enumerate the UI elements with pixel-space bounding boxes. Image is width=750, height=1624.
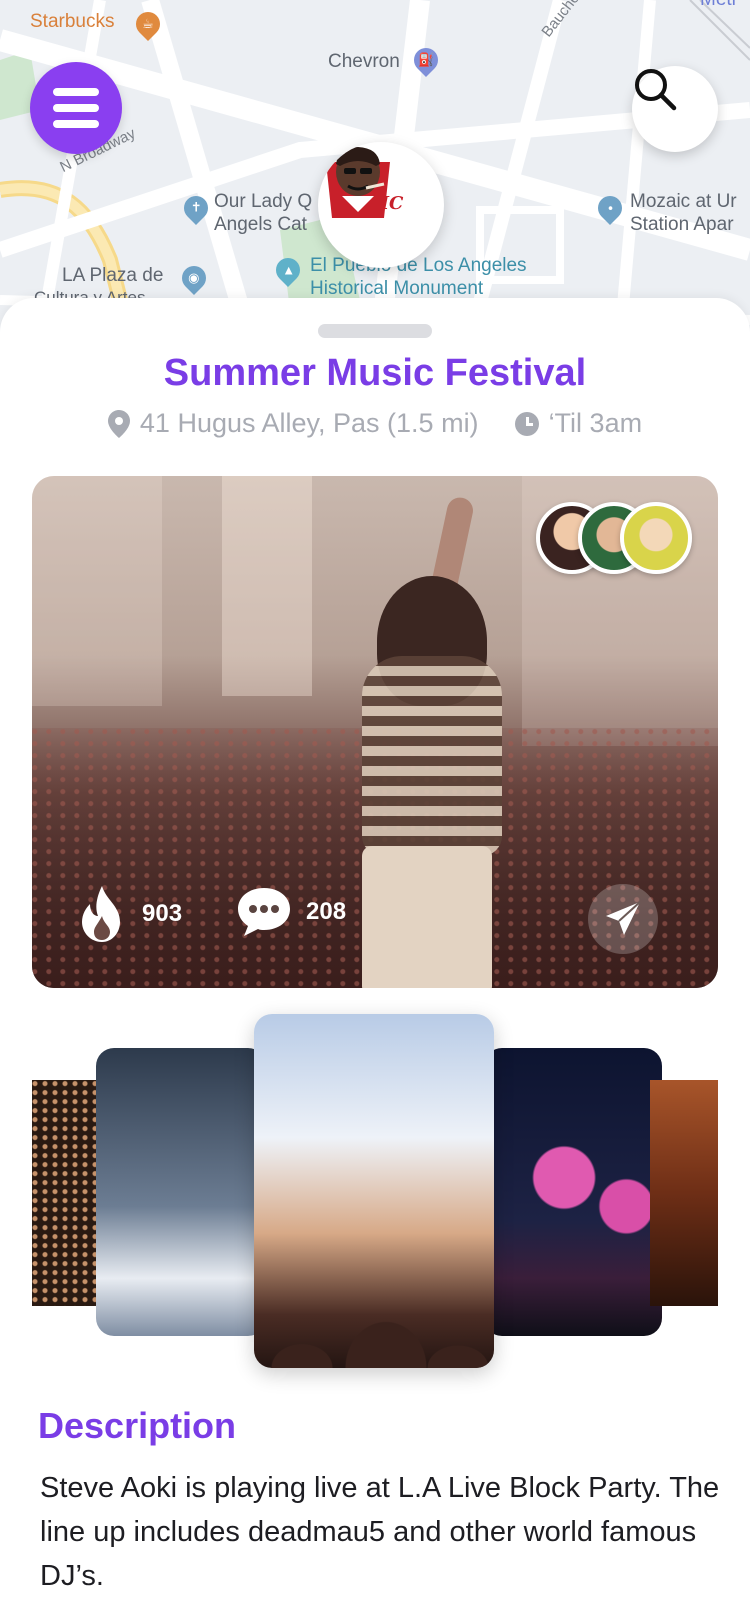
comments-stat[interactable]: 208 [236, 886, 346, 938]
fire-icon [82, 886, 120, 942]
map-label-our-lady-1: Our Lady Q [214, 191, 313, 212]
attendee-avatars[interactable] [536, 502, 692, 574]
menu-button[interactable] [30, 62, 122, 154]
map-label-starbucks: Starbucks [30, 11, 115, 32]
description-body: Steve Aoki is playing live at L.A Live B… [40, 1472, 720, 1592]
likes-stat[interactable]: 903 [76, 886, 182, 942]
map-view[interactable]: Starbucks ☕ Chevron ⛽ Bauchet St N Broad… [0, 0, 750, 340]
event-title: Summer Music Festival [163, 352, 587, 394]
chat-bubble-icon [238, 888, 290, 936]
paper-plane-icon [606, 901, 641, 935]
drag-handle[interactable] [318, 324, 432, 338]
carousel-photo-stage-lights[interactable] [96, 1048, 266, 1336]
map-label-mozaic-1: Mozaic at Ur [630, 191, 737, 212]
search-button[interactable] [632, 66, 718, 152]
venue-logo-icon [326, 147, 390, 218]
map-pin-icon [107, 409, 130, 438]
event-hero-image[interactable]: 903 208 [32, 476, 718, 988]
event-address: 41 Hugus Alley, Pas (1.5 mi) [139, 408, 479, 438]
carousel-photo-raised-hands[interactable] [254, 1014, 494, 1368]
avatar[interactable] [620, 502, 692, 574]
carousel-photo-fireworks[interactable] [484, 1048, 662, 1336]
event-hours: ‘Til 3am [548, 408, 643, 438]
share-button[interactable] [588, 884, 658, 954]
hamburger-icon [53, 88, 99, 96]
search-icon [635, 69, 677, 111]
description-heading: Description [38, 1405, 237, 1446]
map-label-pueblo-1: El Pueblo de Los Angeles [310, 255, 527, 276]
likes-count: 903 [142, 900, 183, 927]
map-label-chevron: Chevron [328, 51, 400, 72]
map-label-la-plaza-1: LA Plaza de [62, 265, 164, 286]
map-label-mozaic-2: Station Apar [630, 214, 734, 235]
map-label-metro: Metr [700, 0, 738, 11]
map-label-pueblo-2: Historical Monument [310, 278, 484, 299]
map-label-our-lady-2: Angels Cat [214, 214, 307, 235]
clock-icon [514, 411, 539, 436]
venue-logo[interactable]: THC [318, 142, 444, 268]
event-meta: 41 Hugus Alley, Pas (1.5 mi) ‘Til 3am [0, 408, 750, 439]
carousel-photo-stage[interactable] [650, 1080, 718, 1306]
comments-count: 208 [306, 898, 347, 925]
